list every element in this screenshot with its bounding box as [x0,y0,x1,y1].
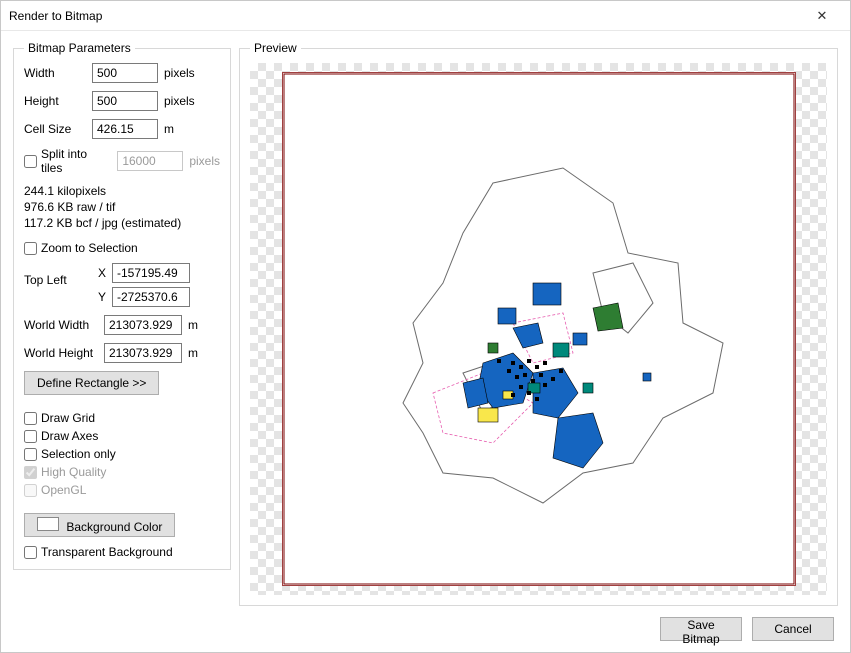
zoom-to-selection-checkbox[interactable]: Zoom to Selection [24,241,138,255]
cellsize-input[interactable] [92,119,158,139]
dialog-body: Bitmap Parameters Width pixels Height pi… [1,31,850,606]
cellsize-unit: m [164,122,174,136]
info-line: 244.1 kilopixels [24,183,220,199]
transparent-background-checkbox[interactable]: Transparent Background [24,545,173,559]
topleft-label: Top Left [24,263,86,287]
selonly-label: Selection only [41,447,116,461]
x-label: X [92,266,106,280]
draw-grid-checkbox[interactable]: Draw Grid [24,411,95,425]
define-rectangle-button[interactable]: Define Rectangle >> [24,371,159,395]
size-info: 244.1 kilopixels 976.6 KB raw / tif 117.… [24,183,220,231]
info-line: 976.6 KB raw / tif [24,199,220,215]
save-bitmap-button[interactable]: Save Bitmap [660,617,742,641]
group-legend: Bitmap Parameters [24,41,135,55]
width-input[interactable] [92,63,158,83]
drawgrid-label: Draw Grid [41,411,95,425]
selection-only-checkbox[interactable]: Selection only [24,447,116,461]
dialog-footer: Save Bitmap Cancel [1,606,850,652]
height-input[interactable] [92,91,158,111]
height-unit: pixels [164,94,195,108]
preview-stage [250,63,827,595]
dialog-window: Render to Bitmap ✕ Bitmap Parameters Wid… [0,0,851,653]
preview-legend: Preview [250,41,301,55]
draw-axes-checkbox[interactable]: Draw Axes [24,429,98,443]
high-quality-checkbox: High Quality [24,465,106,479]
opengl-checkbox: OpenGL [24,483,86,497]
preview-canvas [283,73,795,585]
window-title: Render to Bitmap [9,9,802,23]
background-color-swatch [37,517,59,531]
bitmap-parameters-group: Bitmap Parameters Width pixels Height pi… [13,41,231,570]
world-height-label: World Height [24,346,98,360]
split-tile-input [117,151,183,171]
world-height-unit: m [188,346,198,360]
titlebar: Render to Bitmap ✕ [1,1,850,31]
topleft-x-input[interactable] [112,263,190,283]
width-label: Width [24,66,86,80]
map-preview-svg [283,73,795,585]
cancel-button[interactable]: Cancel [752,617,834,641]
drawaxes-label: Draw Axes [41,429,98,443]
topleft-y-input[interactable] [112,287,190,307]
right-panel: Preview [239,41,838,606]
preview-group: Preview [239,41,838,606]
bgcolor-label: Background Color [66,520,162,534]
cellsize-label: Cell Size [24,122,86,136]
width-unit: pixels [164,66,195,80]
height-label: Height [24,94,86,108]
y-label: Y [92,290,106,304]
zoom-label: Zoom to Selection [41,241,138,255]
close-icon[interactable]: ✕ [802,8,842,24]
split-label: Split into tiles [41,147,111,175]
highq-label: High Quality [41,465,106,479]
world-height-input[interactable] [104,343,182,363]
split-into-tiles-checkbox[interactable]: Split into tiles [24,147,111,175]
split-unit: pixels [189,154,220,168]
background-color-button[interactable]: Background Color [24,513,175,537]
transparent-label: Transparent Background [41,545,173,559]
world-width-label: World Width [24,318,98,332]
world-width-unit: m [188,318,198,332]
world-width-input[interactable] [104,315,182,335]
opengl-label: OpenGL [41,483,86,497]
info-line: 117.2 KB bcf / jpg (estimated) [24,215,220,231]
left-panel: Bitmap Parameters Width pixels Height pi… [13,41,231,606]
